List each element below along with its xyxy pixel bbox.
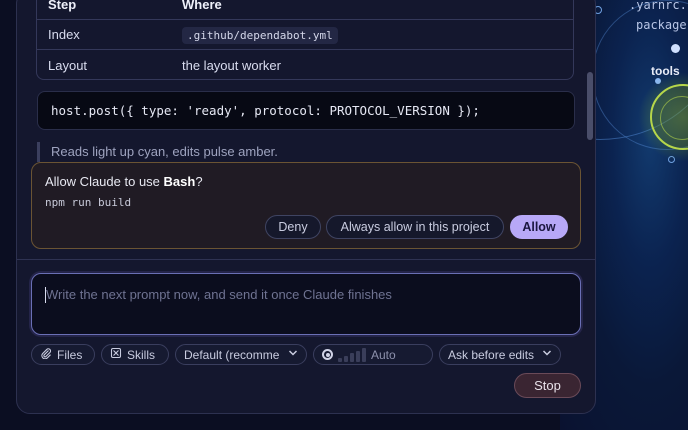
skills-label: Skills [127, 347, 156, 362]
table-row: Index .github/dependabot.yml [37, 20, 573, 50]
always-allow-button[interactable]: Always allow in this project [326, 215, 504, 239]
permission-title: Allow Claude to use Bash? [45, 174, 203, 189]
prompt-placeholder: Write the next prompt now, and send it o… [46, 287, 392, 302]
skills-button[interactable]: Skills [101, 344, 169, 365]
table-header-row: Step Where [37, 0, 573, 20]
table-header-where: Where [182, 0, 222, 12]
node-label-yarnrc: .yarnrc. [629, 0, 687, 12]
table-cell-where: the layout worker [182, 57, 281, 73]
table-cell-where: .github/dependabot.yml [170, 27, 573, 44]
model-select[interactable]: Default (recomme [175, 344, 307, 365]
prompt-input[interactable]: Write the next prompt now, and send it o… [31, 273, 581, 335]
node-label-package: package. [636, 18, 688, 32]
permission-title-prefix: Allow Claude to use [45, 174, 164, 189]
permission-mode-select[interactable]: Ask before edits [439, 344, 561, 365]
effort-radio-icon [322, 349, 333, 360]
permission-mode-label: Ask before edits [448, 347, 535, 362]
blockquote: Reads light up cyan, edits pulse amber. [37, 142, 278, 162]
permission-command: npm run build [45, 196, 132, 209]
model-label: Default (recomme [184, 347, 280, 362]
table-cell-step: Index [48, 27, 80, 42]
chat-scrollbar[interactable] [587, 72, 593, 140]
table-header-step: Step [48, 0, 77, 12]
chevron-down-icon [288, 349, 298, 360]
markdown-table: Step Where Index .github/dependabot.yml … [36, 0, 574, 80]
files-button[interactable]: Files [31, 344, 95, 365]
table-cell-step: Layout [48, 57, 88, 73]
effort-level-bars-icon [338, 347, 366, 362]
graph-node[interactable] [671, 44, 680, 53]
node-label-tools: tools [651, 64, 680, 78]
code-line: host.post({ type: 'ready', protocol: PRO… [51, 103, 480, 118]
permission-title-suffix: ? [195, 174, 203, 189]
deny-button[interactable]: Deny [265, 215, 321, 239]
files-label: Files [57, 347, 83, 362]
effort-selector[interactable]: Auto [313, 344, 433, 365]
composer-divider [17, 259, 595, 260]
inline-code: .github/dependabot.yml [182, 27, 338, 44]
allow-button[interactable]: Allow [510, 215, 568, 239]
blockquote-text: Reads light up cyan, edits pulse amber. [51, 144, 278, 159]
table-row: Layout the layout worker [37, 50, 573, 79]
permission-request-card: Allow Claude to use Bash? npm run build … [31, 162, 581, 249]
chevron-down-icon [542, 349, 552, 360]
code-block: host.post({ type: 'ready', protocol: PRO… [37, 91, 575, 130]
paperclip-icon [40, 347, 52, 362]
stop-button[interactable]: Stop [514, 373, 581, 398]
permission-tool-name: Bash [163, 174, 196, 189]
effort-label: Auto [371, 347, 396, 362]
skills-icon [110, 347, 122, 362]
